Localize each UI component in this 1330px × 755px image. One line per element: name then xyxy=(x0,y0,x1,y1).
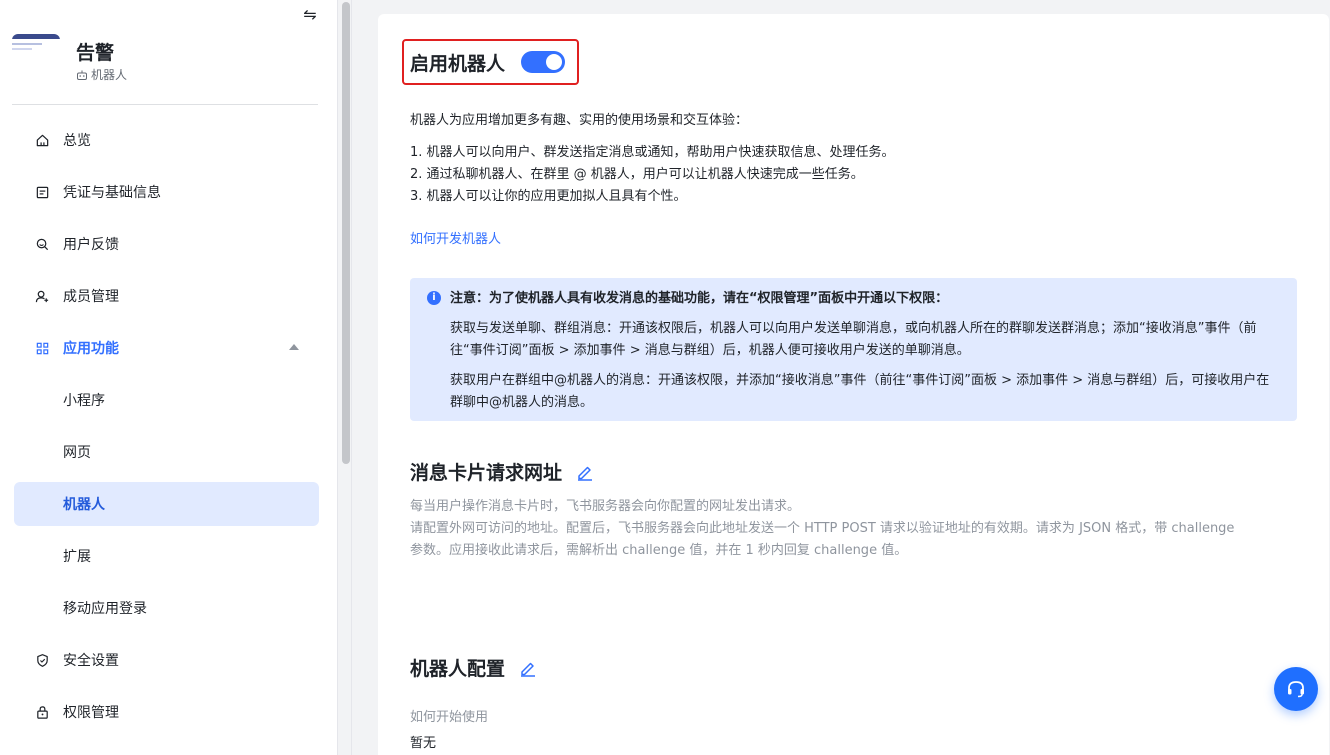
sidebar-item-app-features[interactable]: 应用功能 xyxy=(14,326,319,370)
how-to-start-label: 如何开始使用 xyxy=(410,710,489,725)
edit-icon[interactable] xyxy=(576,463,594,481)
app-subtitle: 机器人 xyxy=(76,66,127,83)
chevron-up-icon[interactable] xyxy=(289,344,299,350)
sidebar-item-label: 总览 xyxy=(63,133,91,149)
credential-icon xyxy=(34,184,50,200)
app-logo xyxy=(12,34,60,80)
edit-icon[interactable] xyxy=(519,659,537,677)
how-to-start-value: 暂无 xyxy=(410,736,437,751)
sidebar-item-label: 网页 xyxy=(63,445,91,461)
collapse-sidebar-icon[interactable]: ⇋ xyxy=(300,6,320,24)
sidebar-item-label: 小程序 xyxy=(63,393,105,409)
description-line: 每当用户操作消息卡片时，飞书服务器会向你配置的网址发出请求。 xyxy=(410,499,801,514)
list-item: 2. 通过私聊机器人、在群里 @ 机器人，用户可以让机器人快速完成一些任务。 xyxy=(410,167,864,182)
description-line: 请配置外网可访问的地址。配置后，飞书服务器会向此地址发送一个 HTTP POST… xyxy=(410,521,1235,558)
permission-notice: i 注意：为了使机器人具有收发消息的基础功能，请在“权限管理”面板中开通以下权限… xyxy=(410,278,1297,421)
sidebar-item-overview[interactable]: 总览 xyxy=(14,118,319,162)
info-icon: i xyxy=(427,291,441,305)
notice-paragraph: 获取与发送单聊、群组消息：开通该权限后，机器人可以向用户发送单聊消息，或向机器人… xyxy=(450,321,1257,358)
robot-points: 1. 机器人可以向用户、群发送指定消息或通知，帮助用户快速获取信息、处理任务。 … xyxy=(410,142,895,208)
robot-intro: 机器人为应用增加更多有趣、实用的使用场景和交互体验： xyxy=(410,113,749,128)
customer-service-button[interactable] xyxy=(1274,667,1318,711)
robot-config-section-title: 机器人配置 xyxy=(410,654,537,681)
app-subtitle-text: 机器人 xyxy=(91,68,128,82)
add-member-icon xyxy=(34,288,50,304)
main-panel: 启用机器人 机器人为应用增加更多有趣、实用的使用场景和交互体验： 1. 机器人可… xyxy=(378,14,1329,755)
sidebar-item-webpage[interactable]: 网页 xyxy=(14,430,319,474)
list-item: 1. 机器人可以向用户、群发送指定消息或通知，帮助用户快速获取信息、处理任务。 xyxy=(410,145,895,160)
sidebar-item-label: 应用功能 xyxy=(63,341,119,357)
shield-icon xyxy=(34,652,50,668)
sidebar-item-extension[interactable]: 扩展 xyxy=(14,534,319,578)
card-url-description: 每当用户操作消息卡片时，飞书服务器会向你配置的网址发出请求。 请配置外网可访问的… xyxy=(410,496,1240,562)
sidebar-scrollbar[interactable] xyxy=(340,0,352,755)
home-icon xyxy=(34,132,50,148)
enable-robot-header: 启用机器人 xyxy=(402,39,579,85)
notice-title: 注意：为了使机器人具有收发消息的基础功能，请在“权限管理”面板中开通以下权限： xyxy=(450,291,949,306)
enable-robot-toggle[interactable] xyxy=(521,51,566,73)
lock-icon xyxy=(34,704,50,720)
sidebar-item-mini-program[interactable]: 小程序 xyxy=(14,378,319,422)
sidebar-item-feedback[interactable]: 用户反馈 xyxy=(14,222,319,266)
sidebar-item-label: 扩展 xyxy=(63,549,91,565)
sidebar-item-mobile-login[interactable]: 移动应用登录 xyxy=(14,586,319,630)
card-url-section-title: 消息卡片请求网址 xyxy=(410,458,594,485)
sidebar-item-permissions[interactable]: 权限管理 xyxy=(14,690,319,734)
headset-icon xyxy=(1288,681,1304,698)
sidebar-nav: 总览 凭证与基础信息 用户反馈 成员管理 应用功能 小程序 网页 机器人 扩展 … xyxy=(14,118,319,742)
how-to-develop-robot-link[interactable]: 如何开发机器人 xyxy=(410,228,501,247)
sidebar-item-label: 权限管理 xyxy=(63,705,119,721)
sidebar: ⇋ 告警 机器人 总览 凭证与基础信息 用户反馈 成员管理 应用功能 小程序 网… xyxy=(0,0,338,755)
robot-icon xyxy=(77,70,87,80)
sidebar-item-label: 机器人 xyxy=(63,497,105,513)
sidebar-item-credentials[interactable]: 凭证与基础信息 xyxy=(14,170,319,214)
sidebar-item-label: 安全设置 xyxy=(63,653,119,669)
app-name: 告警 xyxy=(76,42,115,64)
notice-paragraph: 获取用户在群组中@机器人的消息：开通该权限，并添加“接收消息”事件（前往“事件订… xyxy=(450,373,1270,410)
sidebar-item-robot[interactable]: 机器人 xyxy=(14,482,319,526)
grid-icon xyxy=(34,340,50,356)
section-title-text: 机器人配置 xyxy=(410,658,506,680)
sidebar-item-label: 凭证与基础信息 xyxy=(63,185,161,201)
sidebar-item-security[interactable]: 安全设置 xyxy=(14,638,319,682)
section-title-text: 消息卡片请求网址 xyxy=(410,462,563,484)
sidebar-item-label: 移动应用登录 xyxy=(63,601,147,617)
sidebar-item-members[interactable]: 成员管理 xyxy=(14,274,319,318)
sidebar-item-label: 用户反馈 xyxy=(63,237,119,253)
sidebar-item-label: 成员管理 xyxy=(63,289,119,305)
feedback-icon xyxy=(34,236,50,252)
list-item: 3. 机器人可以让你的应用更加拟人且具有个性。 xyxy=(410,189,687,204)
scrollbar-thumb[interactable] xyxy=(342,2,350,464)
sidebar-divider xyxy=(12,104,318,105)
enable-robot-title: 启用机器人 xyxy=(410,52,506,75)
